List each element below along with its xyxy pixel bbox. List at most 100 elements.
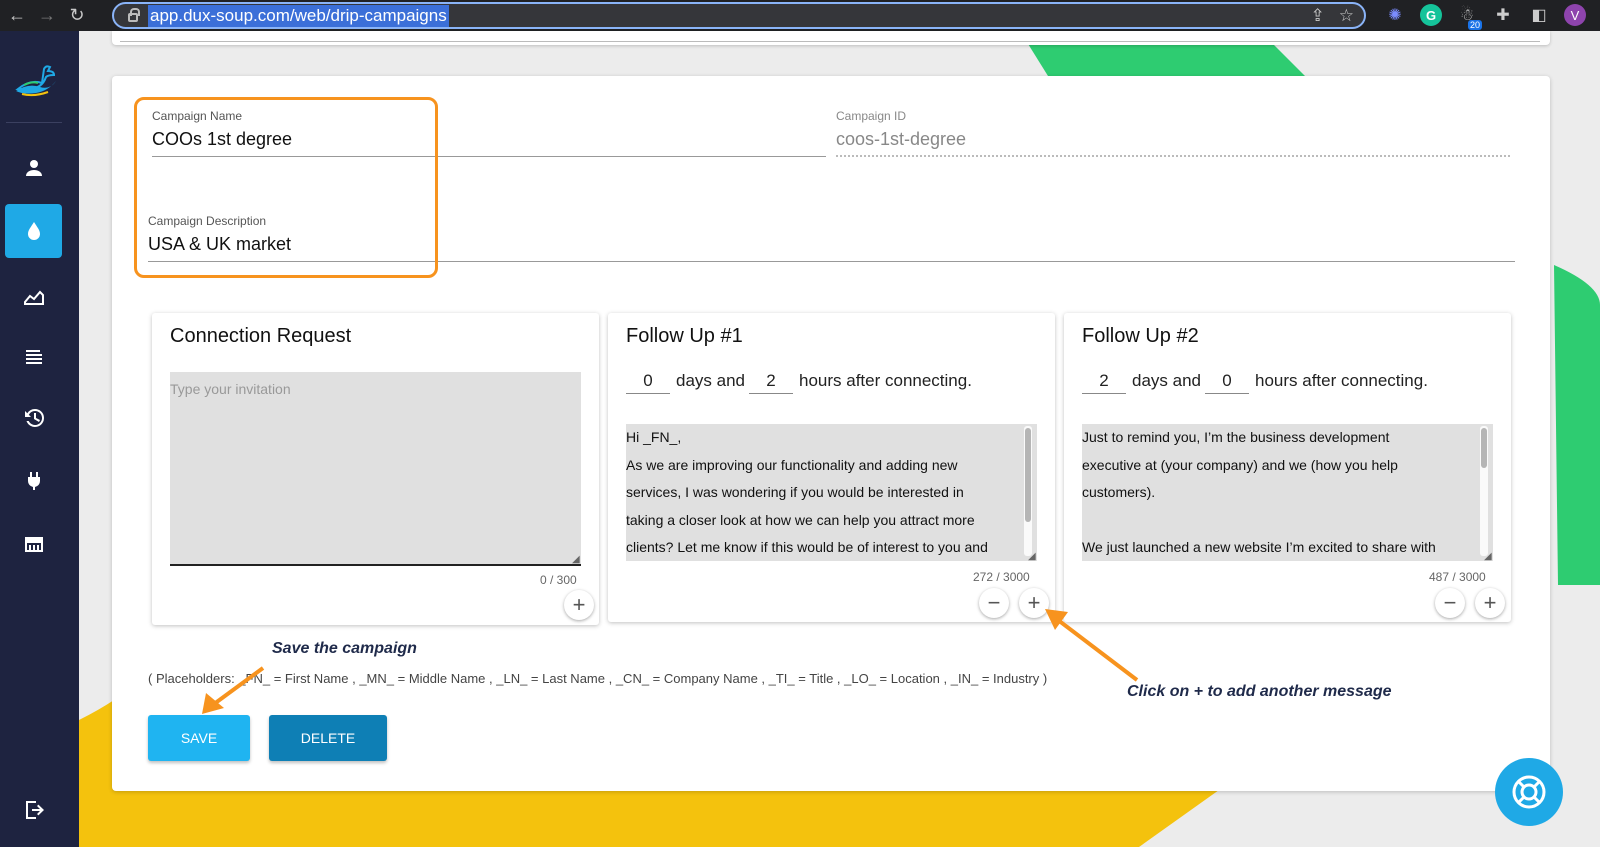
- previous-card-edge: [112, 31, 1550, 45]
- message-line: executive at (your company) and we (how …: [1082, 456, 1398, 473]
- chart-area-icon: [23, 290, 44, 305]
- follow-up-1-hours-label: hours after connecting.: [799, 371, 972, 390]
- add-message-button[interactable]: +: [1019, 588, 1049, 618]
- message-line: As we are improving our functionality an…: [626, 456, 958, 473]
- placeholders-help-text: ( Placeholders: _FN_ = First Name , _MN_…: [148, 671, 1048, 686]
- add-annotation: Click on + to add another message: [1127, 683, 1392, 700]
- follow-up-2-days-input[interactable]: 2: [1082, 371, 1126, 394]
- campaign-id-field: coos-1st-degree: [836, 129, 967, 149]
- plus-icon: +: [572, 592, 586, 617]
- share-icon[interactable]: ⇪: [1311, 6, 1325, 26]
- resize-grip-icon[interactable]: ◢: [1484, 552, 1494, 562]
- highlight-campaign-fields: [134, 97, 438, 278]
- duxsoup-extension-icon[interactable]: ☃ 20: [1456, 4, 1482, 30]
- url-text: app.dux-soup.com/web/drip-campaigns: [148, 4, 449, 27]
- forward-arrow-icon[interactable]: →: [34, 3, 60, 29]
- follow-up-1-days-input[interactable]: 0: [626, 371, 670, 394]
- reload-icon[interactable]: ↻: [64, 3, 90, 29]
- save-annotation: Save the campaign: [272, 640, 417, 657]
- add-message-button[interactable]: +: [1475, 588, 1505, 618]
- sidepanel-icon[interactable]: ◧: [1528, 4, 1550, 26]
- minus-icon: −: [987, 590, 1001, 615]
- address-bar[interactable]: app.dux-soup.com/web/drip-campaigns ⇪ ☆: [112, 2, 1366, 29]
- message-line: Just to remind you, I’m the business dev…: [1082, 429, 1390, 445]
- scrollbar-thumb[interactable]: [1025, 428, 1031, 522]
- sidebar-item-drip-campaigns[interactable]: [5, 204, 62, 258]
- history-icon: [24, 408, 44, 427]
- sidebar-divider: [6, 122, 62, 123]
- sidebar-item-queue[interactable]: [5, 329, 62, 383]
- duxsoup-logo[interactable]: [14, 61, 58, 97]
- sidebar-item-store[interactable]: [5, 517, 62, 571]
- grammarly-icon[interactable]: G: [1420, 4, 1442, 26]
- follow-up-2-timing: 2 days and 0 hours after connecting.: [1082, 371, 1432, 394]
- sidebar-item-integrations[interactable]: [5, 454, 62, 508]
- plus-icon: +: [1483, 590, 1497, 615]
- list-icon: [25, 350, 42, 364]
- message-line: Hi _FN_,: [626, 429, 682, 445]
- profile-initial: V: [1570, 7, 1580, 23]
- grammarly-letter: G: [1425, 7, 1437, 23]
- message-line: customers).: [1082, 484, 1156, 500]
- lifebuoy-icon: [1512, 775, 1546, 809]
- follow-up-1-days-label: days and: [676, 371, 745, 390]
- delete-button[interactable]: DELETE: [269, 715, 387, 761]
- extension-sparkle-icon[interactable]: ✺: [1384, 4, 1406, 26]
- follow-up-1-scrollbar[interactable]: [1024, 426, 1032, 556]
- decor-green-right: [1554, 265, 1600, 585]
- message-line: taking a closer look at how we can help …: [626, 511, 975, 528]
- sidebar-item-profiles[interactable]: [5, 141, 62, 195]
- resize-grip-icon[interactable]: ◢: [1028, 552, 1038, 562]
- follow-up-2-hours-input[interactable]: 0: [1205, 371, 1249, 394]
- follow-up-2-textarea[interactable]: Just to remind you, I’m the business dev…: [1082, 424, 1493, 561]
- follow-up-1-textarea[interactable]: Hi _FN_, As we are improving our functio…: [626, 424, 1037, 561]
- follow-up-1-timing: 0 days and 2 hours after connecting.: [626, 371, 976, 394]
- resize-grip-icon[interactable]: ◢: [572, 555, 582, 565]
- minus-icon: −: [1443, 590, 1457, 615]
- connection-request-card: Connection Request Type your invitation …: [152, 313, 599, 625]
- message-line: [1082, 507, 1493, 535]
- browser-toolbar: ← → ↻ app.dux-soup.com/web/drip-campaign…: [0, 0, 1600, 31]
- back-arrow-icon[interactable]: ←: [4, 3, 30, 29]
- previous-card-divider: [120, 41, 1540, 42]
- profile-avatar[interactable]: V: [1564, 4, 1586, 26]
- follow-up-2-hours-label: hours after connecting.: [1255, 371, 1428, 390]
- scrollbar-thumb[interactable]: [1481, 428, 1487, 468]
- plug-icon: [27, 472, 40, 490]
- campaign-id-underline: [836, 155, 1510, 157]
- drop-icon: [27, 222, 40, 240]
- follow-up-1-char-counter: 272 / 3000: [973, 570, 1030, 584]
- plus-icon: +: [1027, 590, 1041, 615]
- follow-up-2-char-counter: 487 / 3000: [1429, 570, 1486, 584]
- message-line: services, I was wondering if you would b…: [626, 484, 964, 500]
- lock-icon: [128, 8, 140, 22]
- invitation-placeholder: Type your invitation: [170, 381, 291, 397]
- puzzle-extensions-icon[interactable]: ✚: [1492, 4, 1514, 26]
- extension-badge-count: 20: [1467, 20, 1482, 30]
- follow-up-1-title: Follow Up #1: [626, 325, 743, 347]
- remove-message-button[interactable]: −: [1435, 588, 1465, 618]
- sidebar-item-logout[interactable]: [5, 783, 62, 837]
- message-line: clients? Let me know if this would be of…: [626, 539, 988, 555]
- message-line: We just launched a new website I’m excit…: [1082, 539, 1436, 555]
- save-button[interactable]: SAVE: [148, 715, 250, 761]
- invitation-textarea[interactable]: Type your invitation: [170, 372, 581, 566]
- follow-up-1-hours-input[interactable]: 2: [749, 371, 793, 394]
- sidebar-item-history[interactable]: [5, 391, 62, 445]
- store-icon: [24, 537, 43, 552]
- follow-up-2-days-label: days and: [1132, 371, 1201, 390]
- logout-icon: [25, 801, 44, 819]
- follow-up-2-title: Follow Up #2: [1082, 325, 1199, 347]
- invitation-char-counter: 0 / 300: [540, 573, 577, 587]
- sidebar-item-reports[interactable]: [5, 269, 62, 323]
- add-message-button[interactable]: +: [564, 590, 594, 620]
- connection-request-title: Connection Request: [170, 325, 352, 347]
- follow-up-1-card: Follow Up #1 0 days and 2 hours after co…: [608, 313, 1055, 622]
- help-button[interactable]: [1495, 758, 1563, 826]
- campaign-id-label: Campaign ID: [836, 109, 907, 123]
- person-icon: [25, 160, 42, 176]
- follow-up-2-scrollbar[interactable]: [1480, 426, 1488, 556]
- follow-up-2-card: Follow Up #2 2 days and 0 hours after co…: [1064, 313, 1511, 622]
- remove-message-button[interactable]: −: [979, 588, 1009, 618]
- bookmark-star-icon[interactable]: ☆: [1339, 6, 1354, 26]
